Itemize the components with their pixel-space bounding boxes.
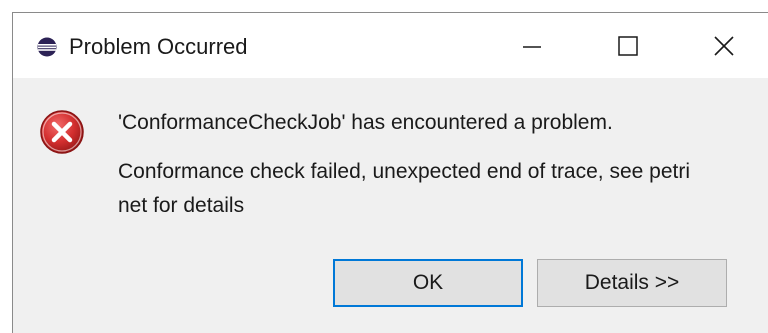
window-title: Problem Occurred [69,34,248,59]
close-icon [714,36,734,56]
maximize-button[interactable] [581,13,671,78]
maximize-icon [618,36,638,56]
message-detail: Conformance check failed, unexpected end… [118,160,691,217]
title-bar[interactable]: Problem Occurred [13,13,768,78]
minimize-icon [523,46,541,48]
error-icon [39,109,85,155]
dialog-window: Problem Occurred 'ConformanceCheckJob' h… [12,12,768,333]
eclipse-icon [37,37,57,57]
ok-button[interactable]: OK [333,259,523,307]
minimize-button[interactable] [485,13,575,78]
close-button[interactable] [679,13,768,78]
message-title: 'ConformanceCheckJob' has encountered a … [118,111,613,134]
details-button[interactable]: Details >> [537,259,727,307]
